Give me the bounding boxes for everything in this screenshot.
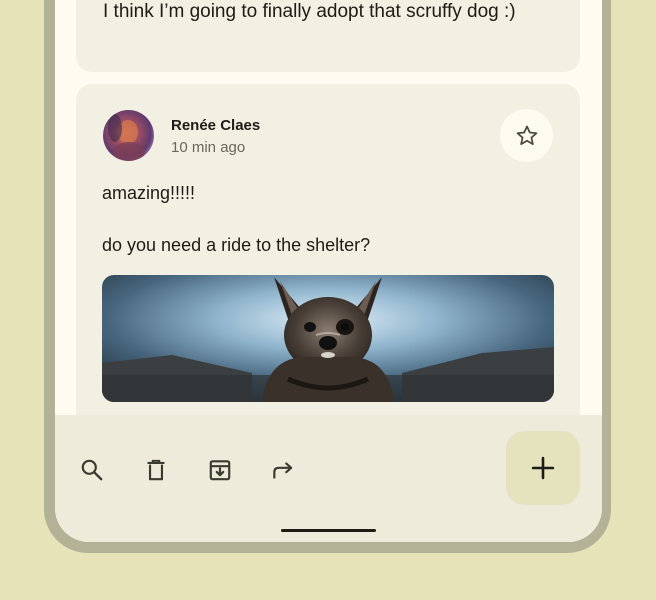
star-icon — [516, 125, 537, 145]
search-icon — [81, 459, 103, 481]
post-timestamp: 10 min ago — [171, 139, 246, 156]
delete-button[interactable] — [138, 452, 174, 488]
forward-icon — [273, 462, 293, 479]
avatar — [103, 110, 154, 161]
dog-photo[interactable] — [102, 275, 554, 402]
search-button[interactable] — [74, 452, 110, 488]
archive-icon — [209, 460, 231, 481]
message-body-line: amazing!!!!! — [102, 183, 196, 203]
bottom-app-bar — [55, 415, 602, 542]
home-indicator[interactable] — [281, 529, 376, 532]
message-card[interactable]: Renée Claes 10 min ago amazing!!!!! do y… — [76, 84, 580, 415]
add-icon — [531, 456, 555, 480]
message-feed[interactable]: I think I’m going to finally adopt that … — [55, 0, 602, 415]
message-body: I think I’m going to finally adopt that … — [103, 1, 516, 22]
app-screen: I think I’m going to finally adopt that … — [55, 0, 602, 542]
previous-message-card[interactable]: I think I’m going to finally adopt that … — [76, 0, 580, 72]
forward-button[interactable] — [265, 452, 301, 488]
archive-button[interactable] — [202, 452, 238, 488]
author-name: Renée Claes — [171, 117, 261, 134]
message-body-line: do you need a ride to the shelter? — [102, 235, 371, 255]
star-button[interactable] — [500, 109, 553, 162]
delete-icon — [147, 459, 165, 481]
compose-fab[interactable] — [506, 431, 580, 505]
